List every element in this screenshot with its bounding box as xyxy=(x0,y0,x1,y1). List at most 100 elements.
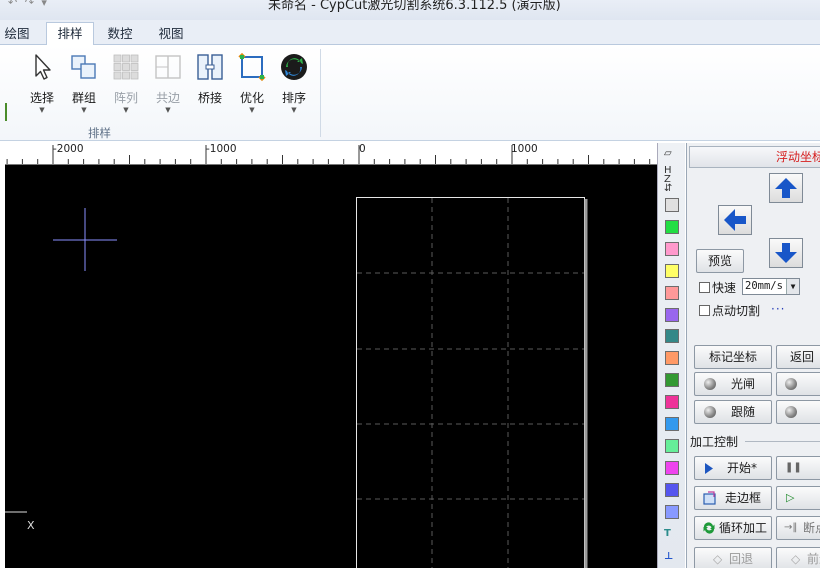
return-button[interactable]: 返回 xyxy=(776,345,820,369)
bottom-align-icon[interactable]: ⊥ xyxy=(664,551,673,562)
layer-swatch[interactable] xyxy=(665,395,679,410)
array-button[interactable]: 阵列 ▼ xyxy=(107,52,145,114)
breakpoint-button[interactable]: →‖ 断点 xyxy=(776,516,820,540)
ribbon-group-label: 排样 xyxy=(88,126,111,140)
play-outline-icon: ▷ xyxy=(786,491,795,504)
back-button[interactable]: ◇ 回退 xyxy=(694,547,772,568)
speed-select[interactable]: 20mm/s ▼ xyxy=(742,278,800,295)
eraser-icon[interactable]: ⏥ xyxy=(664,148,672,159)
control-panel: 浮动坐标 预览 快速 20mm/s ▼ 点动切割 ··· 标记坐标 返回 光闸 … xyxy=(686,143,820,568)
forward-label: 前进 xyxy=(807,552,820,566)
layer-swatch[interactable] xyxy=(665,263,679,278)
layer-swatch[interactable] xyxy=(665,241,679,256)
quick-access-toolbar[interactable]: ↶ ↷ ▾ xyxy=(8,0,49,9)
ruler-label: -2000 xyxy=(53,143,84,155)
status-led-icon xyxy=(704,378,716,390)
arrow-up-icon xyxy=(775,178,797,198)
sort-label: 排序 xyxy=(281,91,306,105)
chevron-down-icon: ▼ xyxy=(786,279,799,294)
optimize-label: 优化 xyxy=(239,91,264,105)
frame-button[interactable]: 走边框 xyxy=(694,486,772,510)
breakpoint-icon: →‖ xyxy=(784,522,798,533)
group-icon xyxy=(71,55,96,79)
chevron-down-icon: ▼ xyxy=(165,106,171,114)
jog-left-button[interactable] xyxy=(718,205,752,235)
ruler-label: -1000 xyxy=(206,143,237,155)
section-divider xyxy=(745,441,820,442)
ruler-label: 1000 xyxy=(511,143,538,155)
ribbon-panel: 选择 ▼ 群组 ▼ 阵列 ▼ 共边 ▼ 桥接 优化 ▼ 排序 ▼ 排样 xyxy=(0,45,820,141)
loop-icon xyxy=(703,522,715,534)
layer-swatch[interactable] xyxy=(665,504,679,519)
bridge-button[interactable]: 桥接 xyxy=(191,52,229,106)
loop-process-button[interactable]: 循环加工 xyxy=(694,516,772,540)
common-edge-icon xyxy=(155,55,181,79)
status-led-icon xyxy=(785,406,797,418)
layer-swatch[interactable] xyxy=(665,460,679,475)
layer-color-strip: ⏥ H Z ⇵ T ⊥ xyxy=(657,143,685,568)
tab-nesting[interactable]: 排样 xyxy=(46,22,94,46)
layer-swatch[interactable] xyxy=(665,285,679,300)
sheet-outline xyxy=(356,197,588,568)
jog-cut-checkbox[interactable] xyxy=(699,305,710,316)
bridge-label: 桥接 xyxy=(197,91,222,105)
common-edge-button[interactable]: 共边 ▼ xyxy=(149,52,187,114)
chevron-down-icon: ▼ xyxy=(291,106,297,114)
jog-cut-label: 点动切割 xyxy=(712,304,761,318)
common-edge-label: 共边 xyxy=(155,91,180,105)
chevron-down-icon: ▼ xyxy=(249,106,255,114)
group-button[interactable]: 群组 ▼ xyxy=(65,52,103,114)
ribbon-tab-bar: 绘图 排样 数控 视图 xyxy=(0,20,820,46)
more-options-button[interactable]: ··· xyxy=(771,302,785,316)
back-label: 回退 xyxy=(729,552,754,566)
start-button[interactable]: 开始* xyxy=(694,456,772,480)
chevron-down-icon: ▼ xyxy=(123,106,129,114)
status-led-icon xyxy=(704,406,716,418)
jog-down-button[interactable] xyxy=(769,238,803,268)
layer-swatch[interactable] xyxy=(665,351,679,366)
text-layer-icon[interactable]: T xyxy=(664,528,671,539)
layer-swatch[interactable] xyxy=(665,417,679,431)
panel-title[interactable]: 浮动坐标 xyxy=(689,146,820,168)
chevron-down-icon: ▼ xyxy=(81,106,87,114)
bridge-icon xyxy=(197,54,223,80)
fast-checkbox[interactable] xyxy=(699,282,710,293)
layer-swatch[interactable] xyxy=(665,329,679,344)
canvas-graphics xyxy=(5,197,588,568)
arrow-down-icon xyxy=(775,243,797,263)
continue-button[interactable]: ▷ xyxy=(776,486,820,510)
shutter-right-button[interactable] xyxy=(776,372,820,396)
layer-swatch[interactable] xyxy=(665,307,679,322)
speed-value: 20mm/s xyxy=(745,280,783,292)
tab-cnc[interactable]: 数控 xyxy=(102,25,138,45)
follow-button[interactable]: 跟随 xyxy=(694,400,772,424)
horizontal-ruler: -2000 -1000 0 1000 xyxy=(5,143,657,165)
layer-swatch[interactable] xyxy=(665,438,679,453)
mark-coordinate-button[interactable]: 标记坐标 xyxy=(694,345,772,369)
forward-button[interactable]: ◇ 前进 xyxy=(776,547,820,568)
start-label: 开始* xyxy=(727,461,758,475)
shutter-button[interactable]: 光闸 xyxy=(694,372,772,396)
tab-draw[interactable]: 绘图 xyxy=(0,25,34,45)
fast-label: 快速 xyxy=(712,281,737,295)
drawing-canvas[interactable]: X xyxy=(5,165,657,568)
layer-swatch[interactable] xyxy=(665,482,679,497)
window-title: 未命名 - CypCut激光切割系统6.3.112.5 (演示版) xyxy=(268,0,561,13)
pause-button[interactable]: ❚❚ xyxy=(776,456,820,480)
ruler-label: 0 xyxy=(359,143,366,155)
tab-view[interactable]: 视图 xyxy=(153,25,189,45)
optimize-button[interactable]: 优化 ▼ xyxy=(233,52,271,114)
loop-process-label: 循环加工 xyxy=(719,521,768,535)
sort-button[interactable]: 排序 ▼ xyxy=(275,52,313,114)
layer-swatch[interactable] xyxy=(665,373,679,388)
preview-button[interactable]: 预览 xyxy=(696,249,744,273)
select-button[interactable]: 选择 ▼ xyxy=(23,52,61,114)
jog-up-button[interactable] xyxy=(769,173,803,203)
sort-icon xyxy=(281,54,307,80)
cursor-arrow-icon xyxy=(35,54,51,80)
layer-swatch[interactable] xyxy=(665,219,679,234)
follow-label: 跟随 xyxy=(731,405,756,419)
layer-swap-icon[interactable]: ⇵ xyxy=(664,183,672,194)
follow-right-button[interactable] xyxy=(776,400,820,424)
layer-swatch[interactable] xyxy=(665,198,679,212)
